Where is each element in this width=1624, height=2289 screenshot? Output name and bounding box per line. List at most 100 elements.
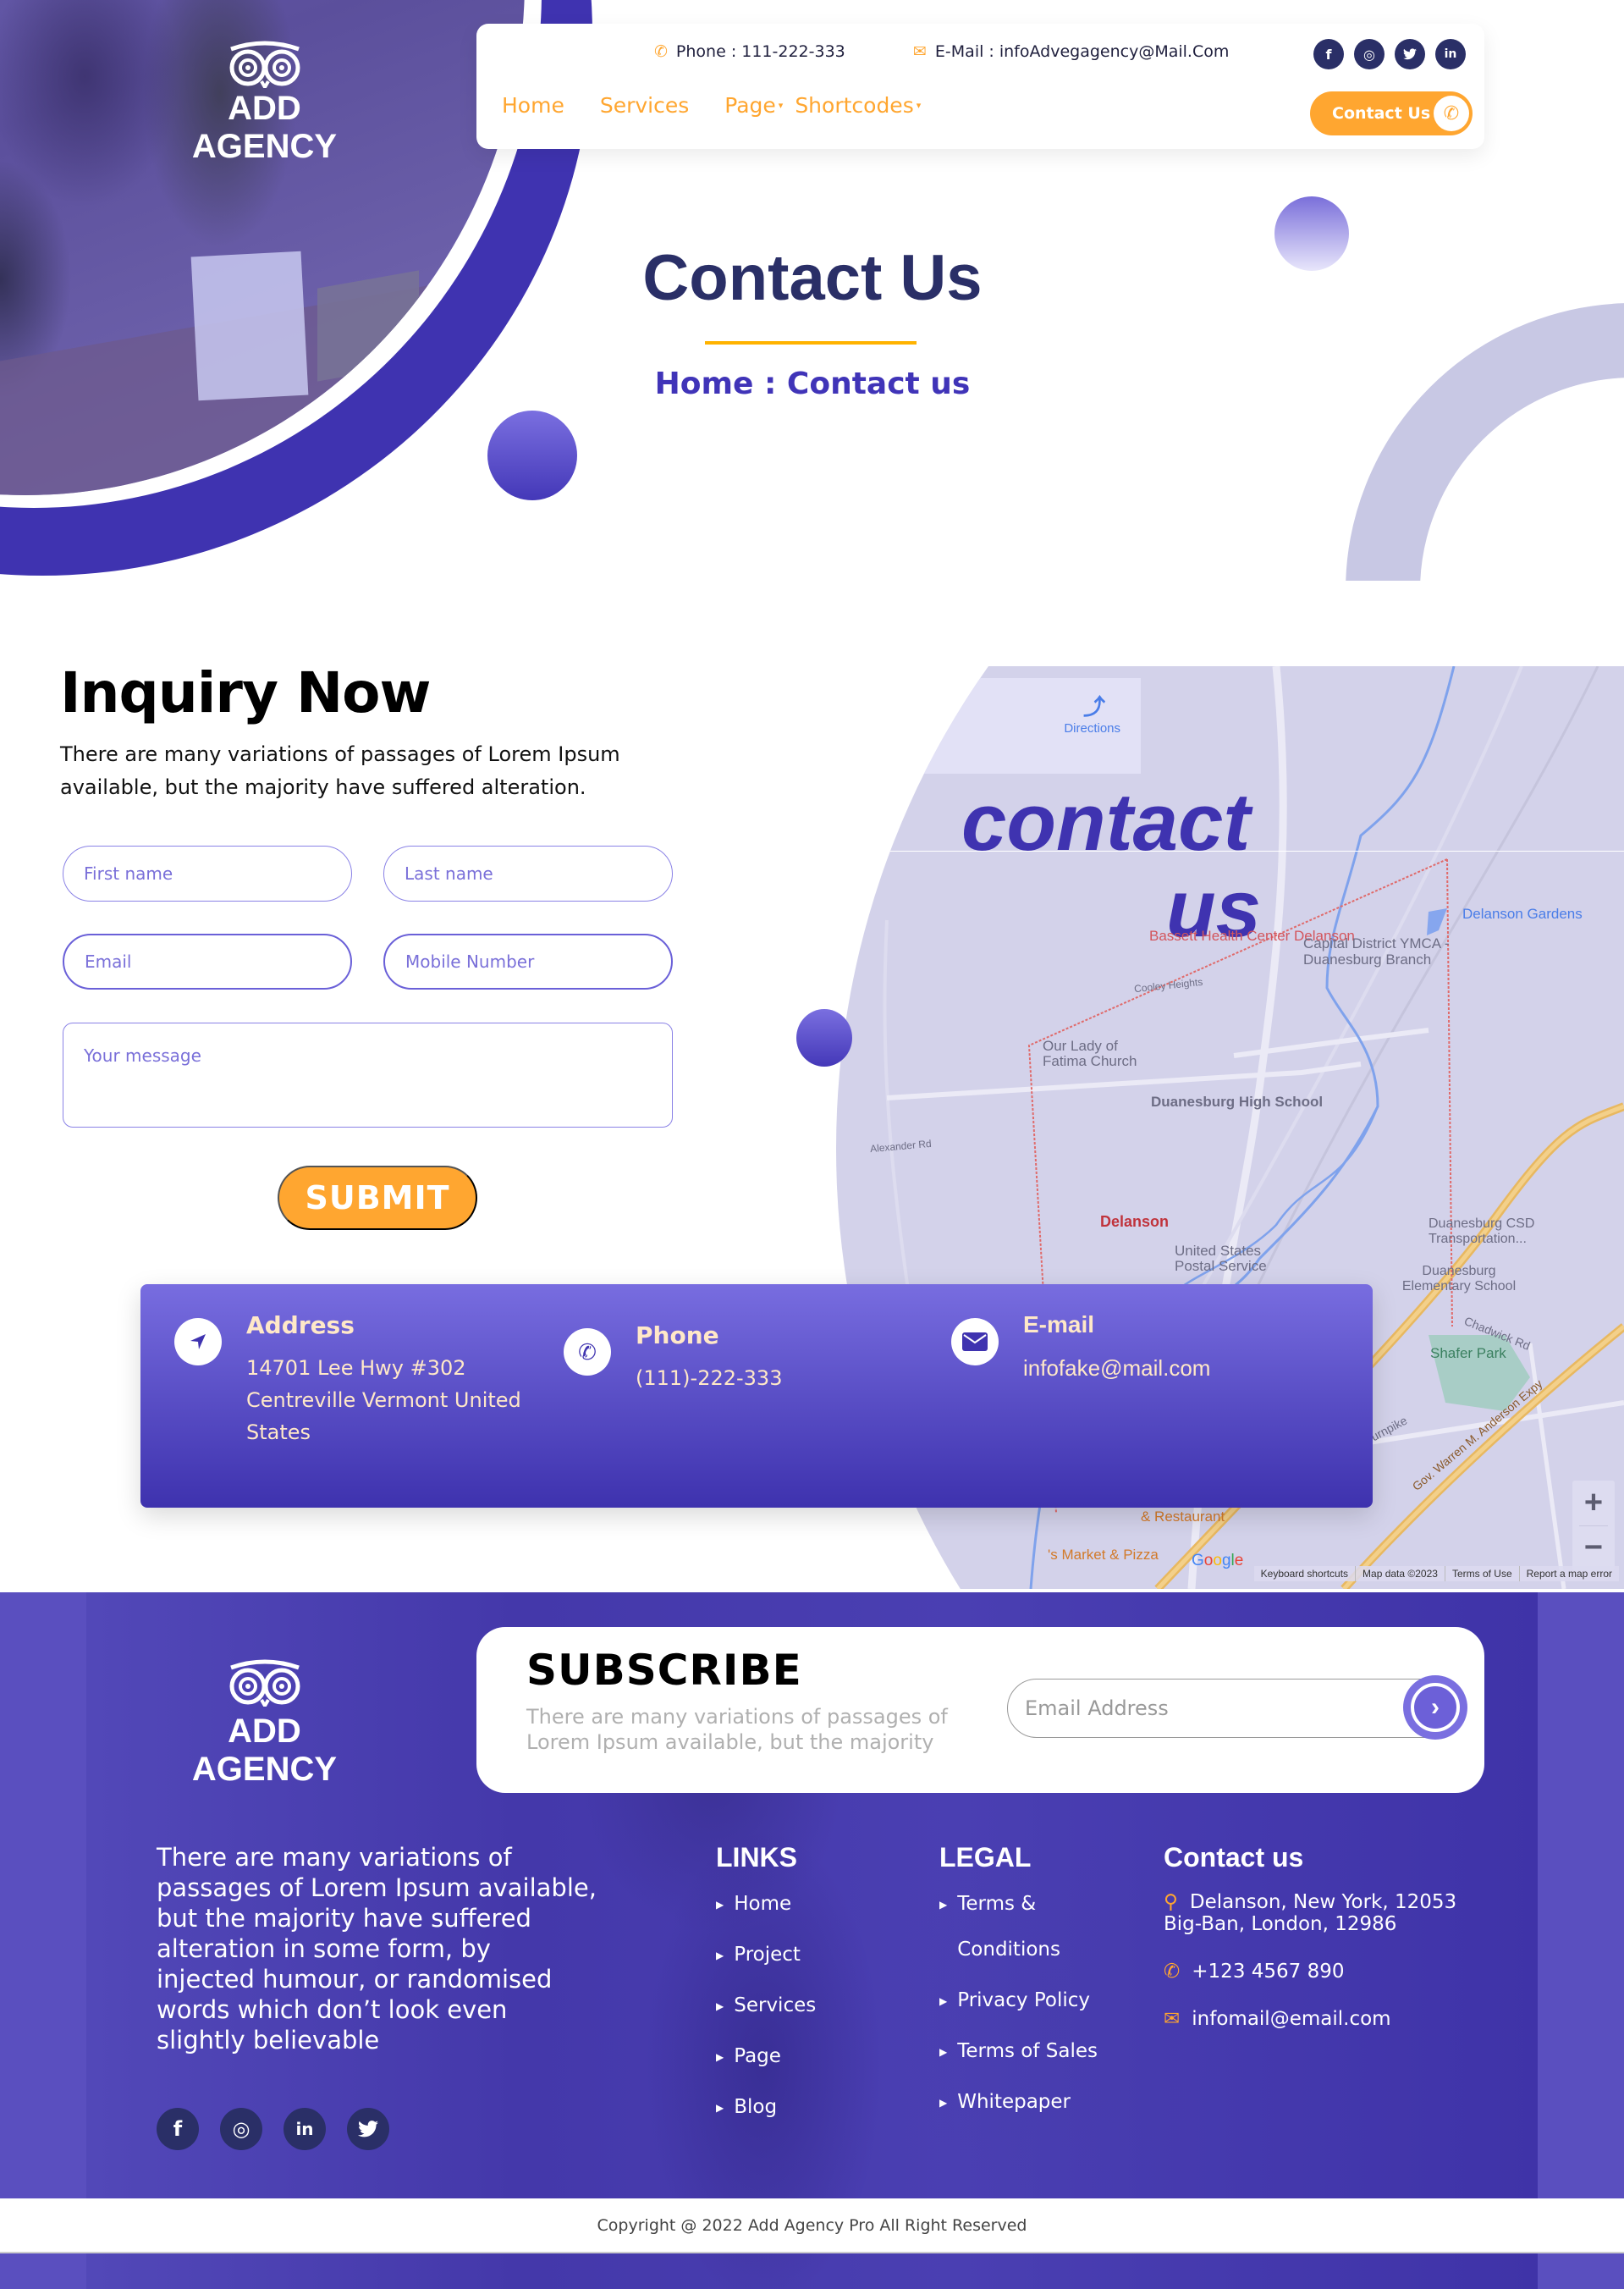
mobile-placeholder: Mobile Number (405, 951, 535, 972)
footer-phone[interactable]: ✆ +123 4567 890 (1164, 1961, 1502, 1983)
breadcrumb-home[interactable]: Home (655, 367, 754, 401)
map-place-label[interactable]: Our Lady of Fatima Church (1043, 1039, 1144, 1069)
info-phone-title: Phone (636, 1321, 719, 1349)
decor-circle (1274, 196, 1349, 271)
terms-of-use-link[interactable]: Terms of Use (1444, 1566, 1519, 1581)
link-label: Blog (734, 2096, 778, 2118)
contact-us-button[interactable]: Contact Us ✆ (1310, 91, 1473, 135)
info-phone-value[interactable]: (111)-222-333 (636, 1362, 940, 1394)
nav-label: Shortcodes (795, 93, 914, 118)
twitter-icon[interactable] (347, 2108, 389, 2150)
caret-right-icon: ▶ (939, 2046, 948, 2058)
caret-right-icon: ▶ (716, 2102, 724, 2114)
footer-link-terms-of-sales[interactable]: ▶ Terms of Sales (939, 2040, 1098, 2091)
link-label: Whitepaper (957, 2091, 1071, 2113)
copyright-bar: Copyright @ 2022 Add Agency Pro All Righ… (0, 2198, 1624, 2253)
facebook-icon[interactable]: f (1313, 39, 1344, 69)
subscribe-card: SUBSCRIBE There are many variations of p… (476, 1627, 1484, 1793)
instagram-icon[interactable]: ◎ (1354, 39, 1385, 69)
footer-link-terms-conditions[interactable]: ▶ Terms & Conditions (939, 1893, 1098, 1989)
footer-link-privacy-policy[interactable]: ▶ Privacy Policy (939, 1989, 1098, 2040)
caret-right-icon: ▶ (939, 2097, 948, 2109)
footer-about-text: There are many variations of passages of… (157, 1843, 597, 2055)
footer-email[interactable]: ✉ infomail@email.com (1164, 2008, 1502, 2030)
footer-link-blog[interactable]: ▶ Blog (716, 2096, 816, 2147)
map-place-label[interactable]: Delanson (1100, 1213, 1169, 1231)
map-place-label[interactable]: Shafer Park (1430, 1345, 1506, 1362)
info-address-title: Address (246, 1311, 355, 1339)
phone-icon: ✆ (654, 42, 668, 61)
main-nav: Home Services Page ▾ Shortcodes ▾ (502, 93, 956, 118)
submit-button[interactable]: SUBMIT (278, 1166, 477, 1230)
breadcrumb: Home : Contact us (525, 367, 1100, 401)
linkedin-icon[interactable]: in (284, 2108, 326, 2150)
map-place-label[interactable]: Duanesburg High School (1151, 1094, 1323, 1111)
twitter-icon[interactable] (1395, 39, 1425, 69)
photo-laptop (317, 270, 419, 382)
decor-circle (487, 411, 577, 500)
map-place-label[interactable]: United States Postal Service (1175, 1244, 1276, 1274)
nav-services[interactable]: Services (600, 93, 689, 118)
footer-brand-logo[interactable]: ADD AGENCY (157, 1659, 372, 1789)
subscribe-description: There are many variations of passages of… (526, 1705, 948, 1754)
subscribe-email-input[interactable]: Email Address (1007, 1679, 1464, 1738)
header-card: ✆ Phone : 111-222-333 ✉ E-Mail : infoAdv… (476, 24, 1484, 149)
phone-icon: ✆ (564, 1328, 611, 1376)
map-place-label[interactable]: Delanson Gardens (1462, 906, 1583, 923)
nav-label: Page (724, 93, 776, 118)
caret-right-icon: ▶ (716, 1950, 724, 1961)
info-email-value[interactable]: infofake@mail.com (1023, 1352, 1328, 1384)
footer-link-whitepaper[interactable]: ▶ Whitepaper (939, 2091, 1098, 2142)
topbar-email[interactable]: ✉ E-Mail : infoAdvegagency@Mail.Com (913, 42, 1229, 61)
brand-logo[interactable]: ADD AGENCY (157, 41, 372, 166)
footer-email-text: infomail@email.com (1192, 2008, 1391, 2030)
last-name-input[interactable]: Last name (383, 846, 673, 902)
map-place-label[interactable]: Bassett Health Center Delanson (1149, 929, 1355, 944)
brand-name: ADD AGENCY (191, 90, 338, 165)
topbar-phone[interactable]: ✆ Phone : 111-222-333 (654, 42, 845, 61)
zoom-out-button[interactable]: − (1572, 1525, 1615, 1570)
report-map-error-link[interactable]: Report a map error (1518, 1566, 1619, 1581)
caret-right-icon: ▶ (716, 2000, 724, 2012)
links-heading: LINKS (716, 1842, 797, 1873)
map-place-label[interactable]: & Restaurant (1141, 1509, 1225, 1525)
message-placeholder: Your message (84, 1045, 201, 1066)
footer-link-services[interactable]: ▶ Services (716, 1994, 816, 2045)
map-pin-icon: ⚲ (1164, 1891, 1178, 1913)
subscribe-submit-button[interactable]: › (1403, 1675, 1467, 1740)
topbar-email-text: E-Mail : infoAdvegagency@Mail.Com (934, 42, 1230, 61)
first-name-input[interactable]: First name (63, 846, 352, 902)
nav-shortcodes[interactable]: Shortcodes ▾ (795, 93, 921, 118)
map-place-label[interactable]: Duanesburg Elementary School (1400, 1264, 1518, 1294)
contact-us-label: Contact Us (1332, 104, 1431, 123)
google-logo: Google (1192, 1552, 1244, 1569)
link-label: Terms & Conditions (957, 1893, 1060, 1961)
instagram-icon[interactable]: ◎ (220, 2108, 262, 2150)
footer-link-home[interactable]: ▶ Home (716, 1893, 816, 1944)
map-place-label[interactable]: Duanesburg CSD Transportation... (1429, 1216, 1547, 1247)
zoom-in-button[interactable]: + (1572, 1481, 1615, 1525)
directions-icon: ⤴ (1082, 694, 1105, 720)
message-textarea[interactable]: Your message (63, 1023, 673, 1128)
email-input[interactable]: Email (63, 934, 352, 990)
footer-link-page[interactable]: ▶ Page (716, 2045, 816, 2096)
nav-page[interactable]: Page ▾ (724, 93, 783, 118)
map-place-label[interactable]: 's Market & Pizza (1048, 1547, 1159, 1564)
keyboard-shortcuts-link[interactable]: Keyboard shortcuts (1254, 1566, 1355, 1581)
nav-label: Services (599, 93, 690, 118)
link-label: Privacy Policy (957, 1989, 1090, 2011)
contact-info-card: Address 14701 Lee Hwy #302 Centreville V… (140, 1284, 1373, 1508)
directions-panel: ⤴ Directions (836, 678, 1141, 774)
footer-link-project[interactable]: ▶ Project (716, 1944, 816, 1994)
facebook-icon[interactable]: f (157, 2108, 199, 2150)
links-list: ▶ Home ▶ Project ▶ Services ▶ Page ▶ Blog (716, 1893, 816, 2147)
nav-home[interactable]: Home (502, 93, 564, 118)
contact-heading: Contact us (1164, 1842, 1304, 1873)
mobile-number-input[interactable]: Mobile Number (383, 934, 673, 990)
breadcrumb-separator: : (753, 367, 787, 401)
owl-eyes-icon (229, 41, 300, 88)
linkedin-icon[interactable]: in (1435, 39, 1466, 69)
directions-button[interactable]: ⤴ Directions (836, 678, 1141, 736)
map-place-label[interactable]: Capital District YMCA - Duanesburg Branc… (1303, 935, 1456, 968)
chevron-down-icon: ▾ (778, 100, 784, 111)
